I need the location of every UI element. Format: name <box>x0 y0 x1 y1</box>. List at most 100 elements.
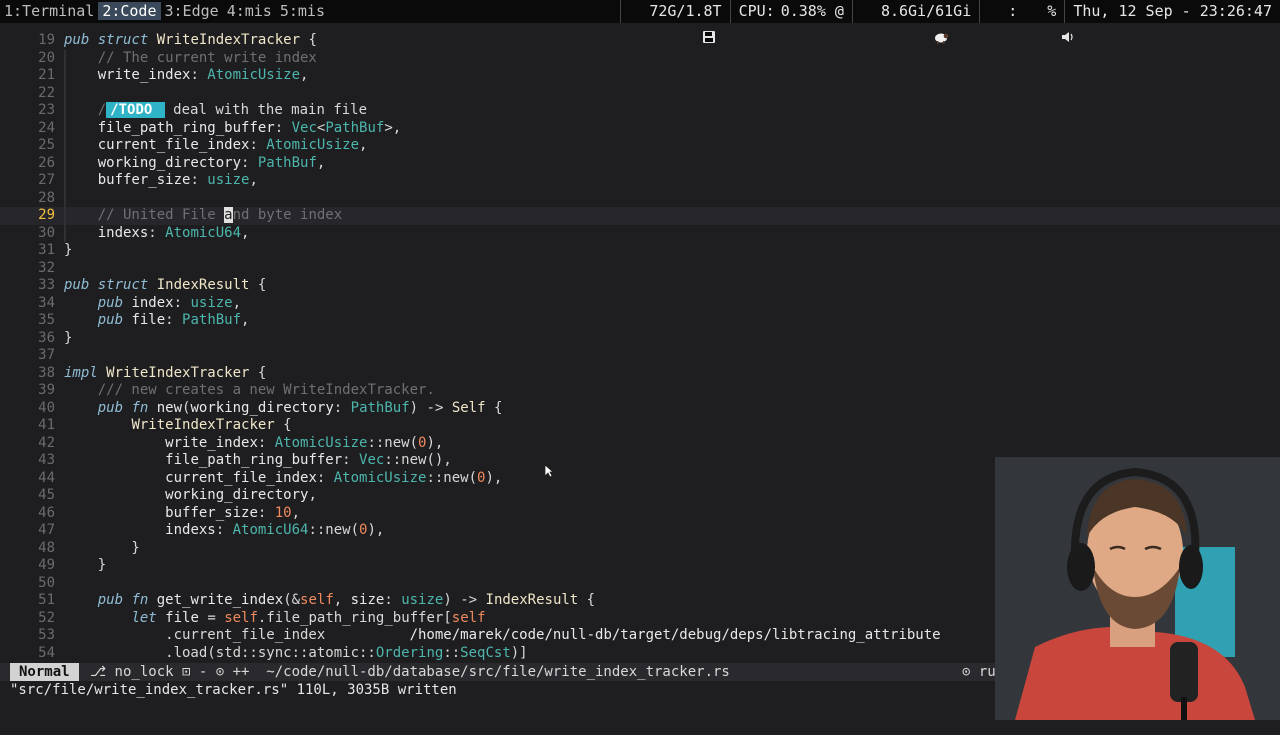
code-token: , <box>291 504 301 521</box>
code-token: ) -> <box>443 592 486 608</box>
code-token: AtomicUsize <box>333 469 427 486</box>
line-number: 34 <box>38 294 55 311</box>
code-line[interactable]: 19 pub struct WriteIndexTracker { <box>0 32 1280 50</box>
code-line[interactable]: 34 pub index: usize, <box>0 295 1280 313</box>
workspace-tab-3[interactable]: 3:Edge <box>161 2 223 20</box>
code-text: } <box>64 557 106 575</box>
line-number: 25 <box>38 137 55 153</box>
code-line[interactable]: 28 <box>0 190 1280 208</box>
code-token: // The current write index <box>97 49 317 66</box>
line-number: 32 <box>38 259 55 276</box>
code-text: write_index: AtomicUsize::new(0), <box>64 435 443 453</box>
code-line[interactable]: 40 pub fn new(working_directory: PathBuf… <box>0 400 1280 418</box>
code-line[interactable]: 31} <box>0 242 1280 260</box>
code-line[interactable]: 41 WriteIndexTracker { <box>0 417 1280 435</box>
code-text: WriteIndexTracker { <box>64 417 291 435</box>
workspace-tab-4[interactable]: 4:mis <box>223 2 276 20</box>
code-line[interactable]: 35 pub file: PathBuf, <box>0 312 1280 330</box>
code-token: write_index <box>97 67 191 83</box>
code-token: { <box>249 277 267 293</box>
code-token: , <box>359 137 368 153</box>
code-line[interactable]: 27 buffer_size: usize, <box>0 172 1280 190</box>
code-token: nd byte index <box>232 207 343 223</box>
line-number: 37 <box>38 347 55 363</box>
code-line[interactable]: 37 <box>0 347 1280 365</box>
code-line[interactable]: 26 working_directory: PathBuf, <box>0 155 1280 173</box>
code-token: AtomicUsize <box>274 434 368 451</box>
code-text: .load(std::sync::atomic::Ordering::SeqCs… <box>64 644 527 663</box>
code-text: //TODO deal with the main file <box>64 102 367 120</box>
code-token: impl <box>64 364 98 381</box>
code-line[interactable]: 22 <box>0 85 1280 103</box>
code-line[interactable]: 30 indexs: AtomicU64, <box>0 225 1280 243</box>
code-token: PathBuf <box>350 399 410 416</box>
code-line[interactable]: 42 write_index: AtomicUsize::new(0), <box>0 435 1280 453</box>
code-line[interactable]: 32 <box>0 260 1280 278</box>
volume-status[interactable]: : % <box>979 0 1073 42</box>
code-token: ::new( <box>308 522 360 538</box>
mode-indicator: Normal <box>10 663 79 681</box>
code-line[interactable]: 29 // United File and byte index <box>0 207 1280 225</box>
code-token: working_directory <box>165 487 309 503</box>
code-token: } <box>64 242 73 258</box>
save-disk-icon <box>629 5 715 43</box>
line-number: 39 <box>38 382 55 398</box>
code-token: Vec <box>291 119 317 136</box>
memory-status: 8.6Gi/61Gi <box>851 0 979 44</box>
code-line[interactable]: 38 impl WriteIndexTracker { <box>0 365 1280 383</box>
code-line[interactable]: 21 write_index: AtomicUsize, <box>0 67 1280 85</box>
code-token: // United File <box>97 207 225 223</box>
workspace-tab-5[interactable]: 5:mis <box>276 2 329 20</box>
line-number: 31 <box>38 242 55 258</box>
code-token: usize <box>207 172 250 188</box>
workspace-tab-1[interactable]: 1:Terminal <box>0 2 98 20</box>
code-line[interactable]: 36} <box>0 330 1280 348</box>
code-line[interactable]: 23 //TODO deal with the main file <box>0 102 1280 120</box>
line-number: 54 <box>38 644 55 661</box>
code-token: current_file_index <box>97 137 250 153</box>
code-token: ), <box>426 434 444 451</box>
workspace-tab-2[interactable]: 2:Code <box>98 2 161 20</box>
code-token: , <box>316 154 326 171</box>
code-text: file_path_ring_buffer: Vec::new(), <box>64 452 452 470</box>
line-number: 42 <box>38 434 55 451</box>
cpu-value: 0.38% @ <box>780 2 844 20</box>
line-number: 33 <box>38 277 55 293</box>
clock: Thu, 12 Sep - 23:26:47 <box>1064 0 1280 23</box>
code-token: 10 <box>274 504 292 521</box>
line-number: 29 <box>38 207 55 223</box>
line-number: 26 <box>38 154 55 171</box>
code-token: SeqCst <box>460 644 511 661</box>
code-token: WriteIndexTracker <box>106 364 250 381</box>
code-line[interactable]: 33 pub struct IndexResult { <box>0 277 1280 295</box>
code-line[interactable]: 24 file_path_ring_buffer: Vec<PathBuf>, <box>0 120 1280 138</box>
code-token: pub <box>97 312 124 328</box>
memory-sheep-icon <box>861 5 949 44</box>
code-token: { <box>300 32 317 48</box>
line-number: 45 <box>38 487 55 503</box>
code-token: usize <box>401 592 444 608</box>
code-line[interactable]: 20 // The current write index <box>0 50 1280 68</box>
code-token: : <box>249 137 267 153</box>
code-line[interactable]: 25 current_file_index: AtomicUsize, <box>0 137 1280 155</box>
code-token: PathBuf <box>182 312 242 328</box>
code-token: new <box>156 399 183 416</box>
code-token: fn <box>131 592 149 608</box>
line-number: 24 <box>38 119 55 136</box>
statusline-right: ⊙ ru <box>962 664 996 680</box>
code-text: /// new creates a new WriteIndexTracker. <box>64 382 435 400</box>
code-token: { <box>249 364 267 381</box>
code-token: : <box>148 224 166 241</box>
code-line[interactable]: 39 /// new creates a new WriteIndexTrack… <box>0 382 1280 400</box>
streamer-webcam-image <box>995 457 1280 720</box>
